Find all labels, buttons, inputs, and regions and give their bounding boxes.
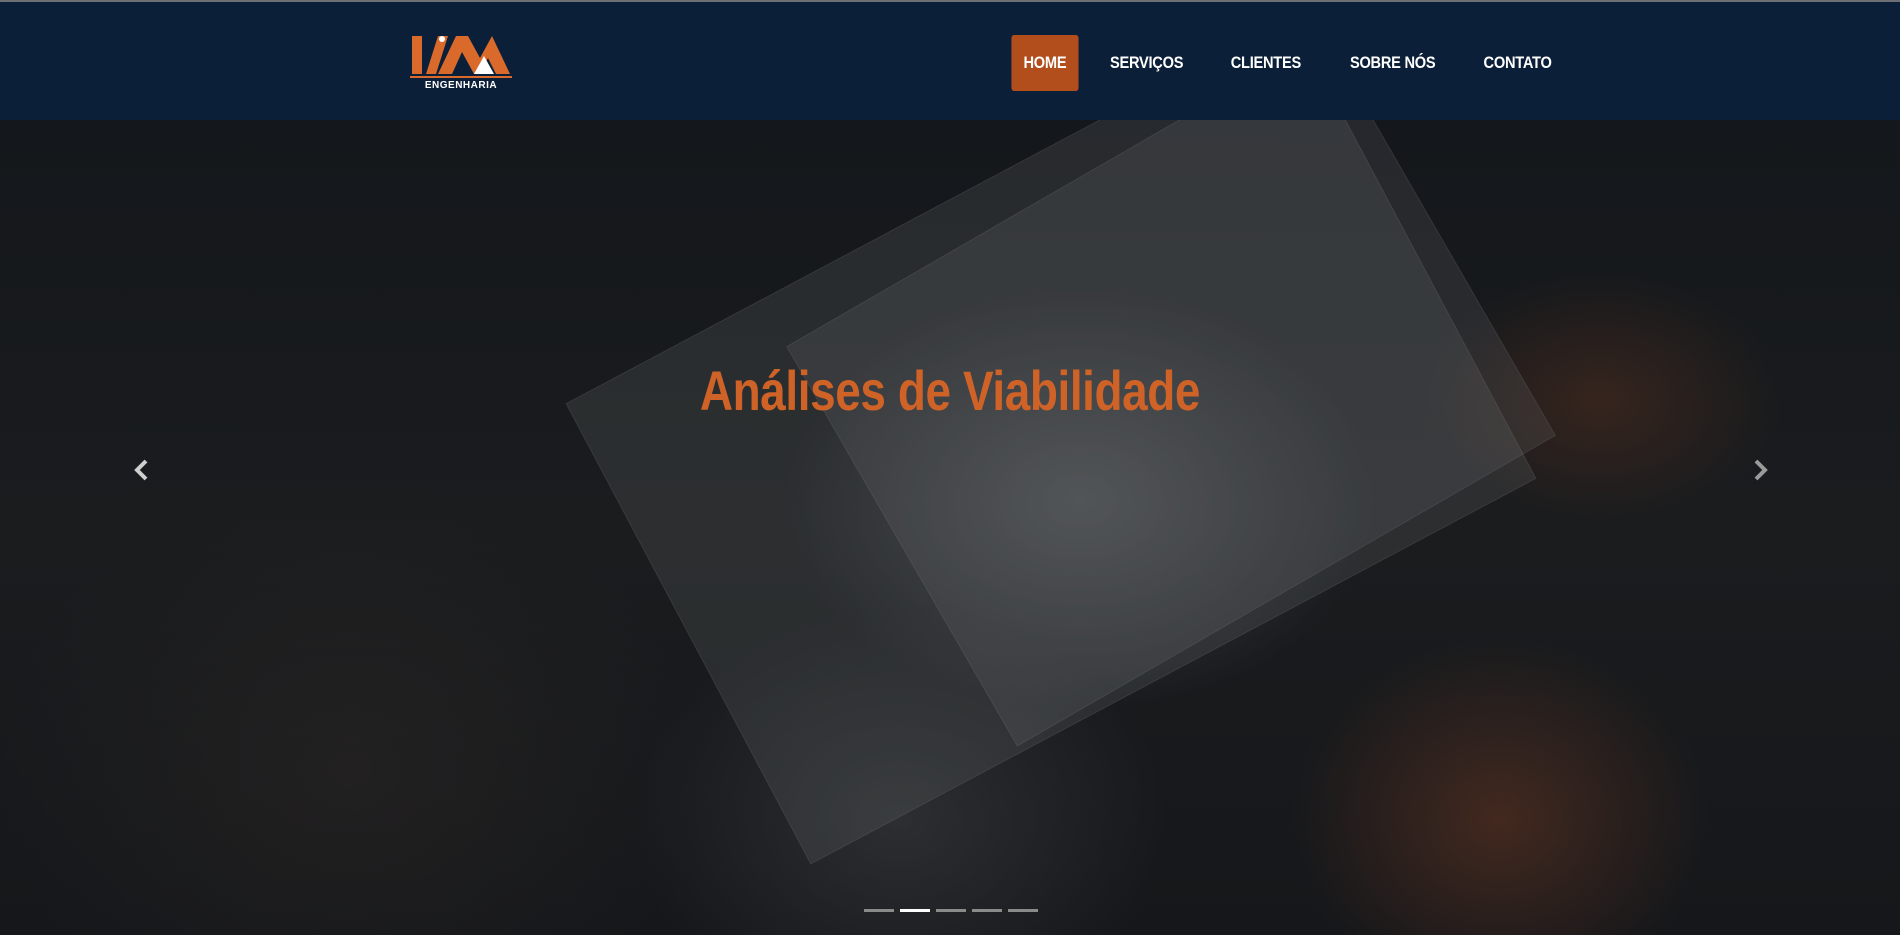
nav-clientes[interactable]: CLIENTES xyxy=(1217,35,1315,91)
chevron-left-icon xyxy=(134,459,148,481)
carousel-indicator-4[interactable] xyxy=(972,909,1002,912)
carousel-indicator-5[interactable] xyxy=(1008,909,1038,912)
navbar: ENGENHARIA HOME SERVIÇOS CLIENTES SOBRE … xyxy=(0,2,1900,120)
carousel-indicator-1[interactable] xyxy=(864,909,894,912)
logo-mark-icon xyxy=(410,36,512,78)
carousel-indicator-3[interactable] xyxy=(936,909,966,912)
carousel-indicator-2[interactable] xyxy=(900,909,930,912)
carousel-indicators xyxy=(864,909,1038,913)
nav-servicos[interactable]: SERVIÇOS xyxy=(1096,35,1197,91)
carousel-prev-button[interactable] xyxy=(132,458,152,482)
hero-title: Análises de Viabilidade xyxy=(699,358,1201,422)
hero-carousel xyxy=(0,120,1900,935)
nav-sobre-nos[interactable]: SOBRE NÓS xyxy=(1336,35,1449,91)
carousel-next-button[interactable] xyxy=(1750,458,1770,482)
logo-wordmark: ENGENHARIA xyxy=(424,80,498,91)
chevron-right-icon xyxy=(1754,459,1768,481)
brand-logo[interactable]: ENGENHARIA xyxy=(408,30,514,94)
nav-contato[interactable]: CONTATO xyxy=(1470,35,1566,91)
nav-home[interactable]: HOME xyxy=(1011,35,1079,91)
main-nav: HOME SERVIÇOS CLIENTES SOBRE NÓS CONTATO xyxy=(1004,35,1575,91)
